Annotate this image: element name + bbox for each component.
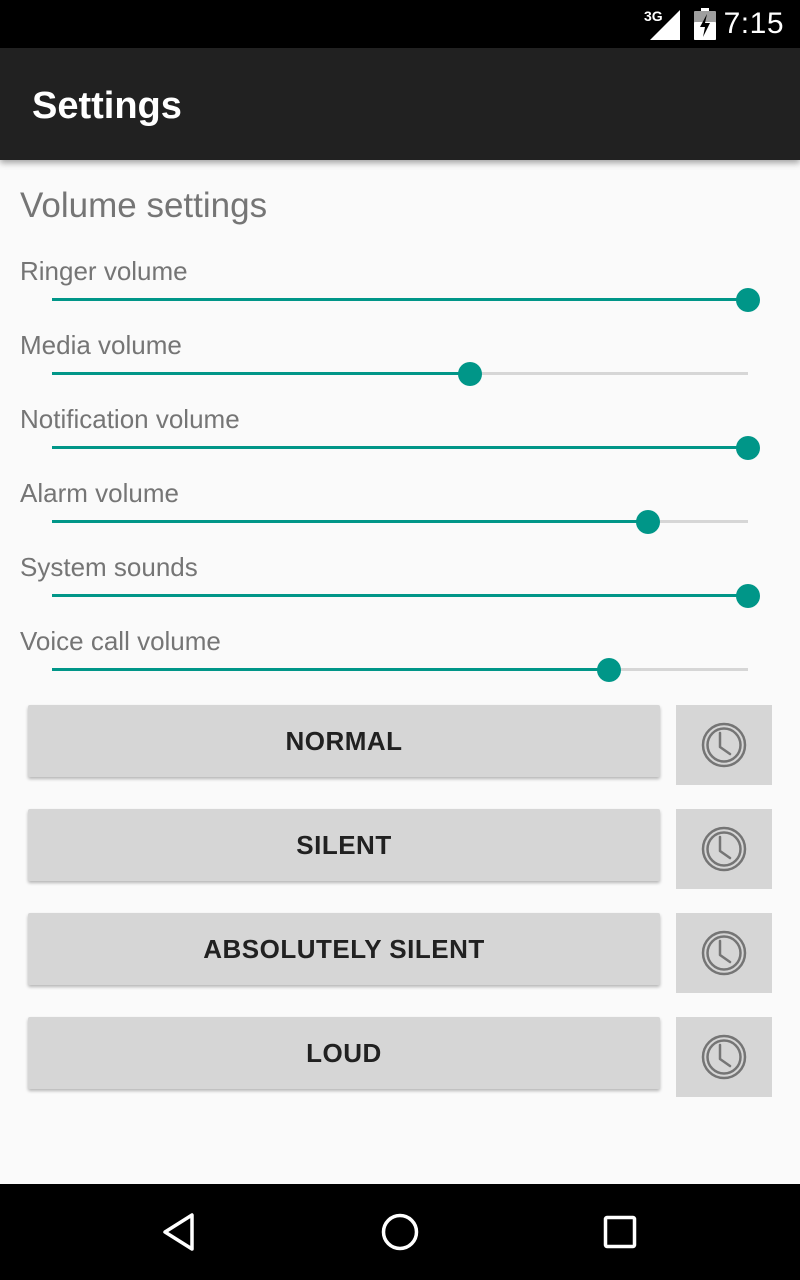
silent-mode-button[interactable]: SILENT xyxy=(28,809,660,881)
media-volume-slider[interactable] xyxy=(52,359,748,389)
clock-icon xyxy=(701,722,747,768)
slider-thumb[interactable] xyxy=(736,436,760,460)
slider-fill xyxy=(52,668,609,671)
slider-thumb[interactable] xyxy=(736,288,760,312)
mode-row-loud: LOUD xyxy=(0,1017,800,1097)
slider-thumb[interactable] xyxy=(736,584,760,608)
normal-mode-button[interactable]: NORMAL xyxy=(28,705,660,777)
slider-fill xyxy=(52,520,649,523)
volume-row-notification: Notification volume xyxy=(0,403,800,477)
slider-fill xyxy=(52,594,748,597)
cellular-signal-icon xyxy=(650,10,680,40)
ringer-volume-slider[interactable] xyxy=(52,285,760,315)
volume-label: Media volume xyxy=(20,330,182,360)
voice-call-volume-slider[interactable] xyxy=(52,655,748,685)
volume-row-system: System sounds xyxy=(0,551,800,625)
home-icon xyxy=(381,1213,419,1251)
absolutely-silent-mode-button[interactable]: ABSOLUTELY SILENT xyxy=(28,913,660,985)
volume-row-ringer: Ringer volume xyxy=(0,255,800,329)
back-button[interactable] xyxy=(156,1208,204,1256)
absolutely-silent-timer-button[interactable] xyxy=(676,913,772,993)
volume-label: System sounds xyxy=(20,552,198,582)
clock-icon xyxy=(701,1034,747,1080)
clock-icon xyxy=(701,826,747,872)
slider-thumb[interactable] xyxy=(596,658,621,682)
recents-icon xyxy=(603,1215,637,1249)
slider-fill xyxy=(52,298,748,301)
loud-mode-button[interactable]: LOUD xyxy=(28,1017,660,1089)
mode-row-silent: SILENT xyxy=(0,809,800,889)
navigation-bar xyxy=(0,1184,800,1280)
normal-timer-button[interactable] xyxy=(676,705,772,785)
status-bar: 3G 7:15 xyxy=(0,0,800,48)
notification-volume-slider[interactable] xyxy=(52,433,760,463)
home-button[interactable] xyxy=(376,1208,424,1256)
alarm-volume-slider[interactable] xyxy=(52,507,748,537)
mode-row-normal: NORMAL xyxy=(0,705,800,785)
volume-row-alarm: Alarm volume xyxy=(0,477,800,551)
slider-fill xyxy=(52,372,470,375)
volume-label: Notification volume xyxy=(20,404,240,434)
app-bar-title: Settings xyxy=(32,85,182,127)
volume-row-media: Media volume xyxy=(0,329,800,403)
volume-row-voice-call: Voice call volume xyxy=(0,625,800,699)
back-icon xyxy=(163,1213,194,1251)
slider-thumb[interactable] xyxy=(636,510,661,534)
silent-timer-button[interactable] xyxy=(676,809,772,889)
recents-button[interactable] xyxy=(596,1208,644,1256)
slider-fill xyxy=(52,446,748,449)
clock-icon xyxy=(701,930,747,976)
section-title: Volume settings xyxy=(20,186,268,225)
volume-label: Voice call volume xyxy=(20,626,221,656)
mode-row-absolutely-silent: ABSOLUTELY SILENT xyxy=(0,913,800,993)
volume-label: Alarm volume xyxy=(20,478,179,508)
app-bar: Settings xyxy=(0,48,800,160)
system-sounds-slider[interactable] xyxy=(52,581,760,611)
slider-thumb[interactable] xyxy=(457,362,482,386)
loud-timer-button[interactable] xyxy=(676,1017,772,1097)
battery-charging-icon xyxy=(694,8,716,40)
status-clock: 7:15 xyxy=(723,7,784,40)
settings-content: Volume settings Ringer volume Media volu… xyxy=(0,160,800,1184)
volume-label: Ringer volume xyxy=(20,256,188,286)
